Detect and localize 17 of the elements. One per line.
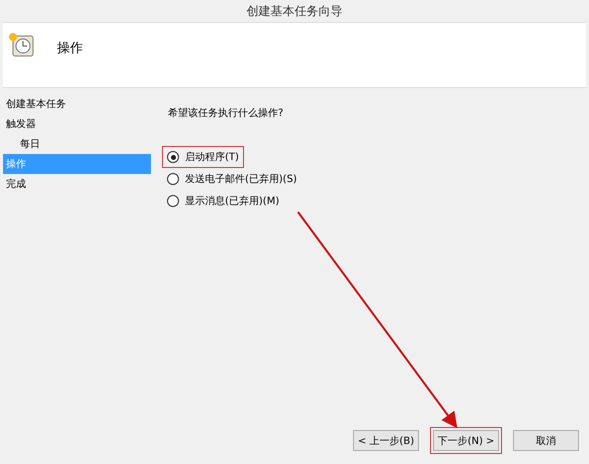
- wizard-button[interactable]: < 上一步(B): [350, 427, 422, 454]
- radio-icon: [167, 173, 179, 185]
- wizard-button[interactable]: 下一步(N) >: [430, 427, 502, 454]
- sidebar-item[interactable]: 每日: [3, 134, 151, 154]
- header-title: 操作: [57, 40, 83, 57]
- sidebar-item[interactable]: 创建基本任务: [3, 94, 151, 114]
- radio-option[interactable]: 显示消息(已弃用)(M): [162, 190, 284, 212]
- sidebar-item[interactable]: 触发器: [3, 114, 151, 134]
- wizard-button[interactable]: 取消: [510, 427, 582, 454]
- radio-icon: [167, 195, 179, 207]
- radio-option[interactable]: 启动程序(T): [162, 146, 244, 168]
- radio-option[interactable]: 发送电子邮件(已弃用)(S): [162, 168, 302, 190]
- question-text: 希望该任务执行什么操作?: [168, 106, 284, 120]
- window-title: 创建基本任务向导: [246, 2, 344, 20]
- sidebar-item[interactable]: 完成: [3, 174, 151, 194]
- radio-icon: [167, 151, 179, 163]
- clock-icon: [7, 31, 35, 59]
